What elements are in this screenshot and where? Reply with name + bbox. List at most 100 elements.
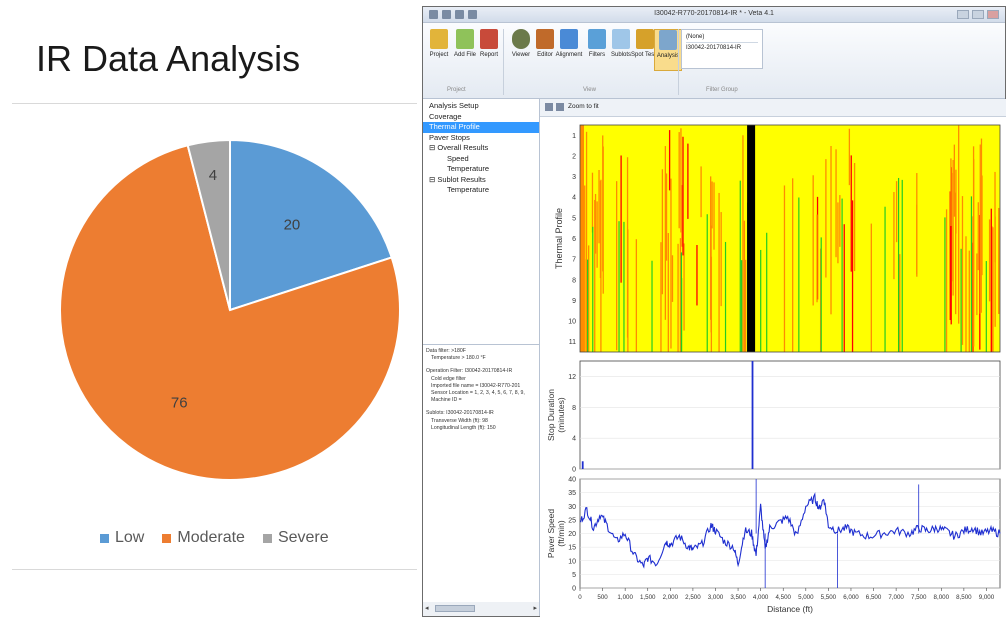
info-line: Data filter: >180F [426,348,466,354]
stop-y-tick: 0 [572,467,576,474]
thermal-streak [700,166,702,218]
speed-y-tick: 10 [568,558,576,565]
thermal-streak [953,144,956,217]
speed-y-tick: 0 [572,586,576,593]
app-window: I30042-R770-20170814-IR * - Veta 4.1 Pro… [422,6,1006,617]
group-label: View [583,87,596,93]
stop-y-tick: 4 [572,436,576,443]
report-icon [480,29,498,49]
zoom-to-fit-button[interactable]: Zoom to fit [568,103,599,110]
nav-item[interactable]: Paver Stops [423,133,539,144]
thermal-streak [965,236,967,352]
thermal-streak [660,242,662,352]
speed-y-label: Paver Speed [546,509,556,558]
thermal-streak [830,145,832,315]
spot-tests-icon [636,29,654,49]
nav-item[interactable]: Analysis Setup [423,101,539,112]
thermal-streak [602,146,604,294]
speed-y-tick: 15 [568,545,576,552]
info-line: Machine ID = [431,397,462,404]
thermal-streak [848,128,851,186]
thermal-streak [668,130,671,191]
thermal-y-tick: 1 [572,133,576,140]
pie-legend: Low Moderate Severe [100,529,329,547]
speed-x-tick: 7,500 [911,594,927,601]
speed-x-tick: 7,000 [888,594,904,601]
filter-item[interactable]: I30042-20170814-IR [686,42,758,53]
speed-x-tick: 5,500 [821,594,837,601]
thermal-y-tick: 6 [572,236,576,243]
ribbon-label: Alignment [555,52,583,58]
alignment-button[interactable]: Alignment [555,29,583,58]
nav-item[interactable]: Speed [423,154,539,165]
thermal-streak [585,259,588,352]
nav-item[interactable]: ⊟ Sublot Results [423,175,539,186]
info-line: Operation Filter: I30042-20170814-IR [426,368,513,375]
save-image-icon[interactable] [556,103,564,111]
title-bar: I30042-R770-20170814-IR * - Veta 4.1 [423,7,1005,23]
thermal-streak [839,195,841,247]
viewer-icon [512,29,530,49]
nav-item[interactable]: Temperature [423,164,539,175]
thermal-streak [835,149,837,258]
stop-y-label-unit: (minutes) [556,397,566,433]
info-line: Sublots: I30042-20170814-IR [426,410,494,417]
thermal-streak [998,207,1000,314]
legend-swatch [162,533,172,543]
plot-toolbar: Zoom to fit [540,99,1006,117]
ribbon-label: Analysis [656,53,680,59]
thermal-streak [977,202,979,271]
legend-label: Low [115,529,145,546]
thermal-y-tick: 7 [572,257,576,264]
speed-y-tick: 40 [568,477,576,484]
project-button[interactable]: Project [425,29,453,58]
cold-streak [706,214,708,352]
report-button[interactable]: Report [475,29,503,58]
maximize-button[interactable] [972,10,984,19]
cold-streak [944,217,946,352]
horizontal-scrollbar[interactable]: ◂ ▸ [423,602,540,616]
thermal-streak [681,185,683,247]
thermal-streak [825,159,827,278]
thermal-streak [616,181,618,351]
thermal-streak [895,181,898,243]
filter-info-panel: Data filter: >180F Temperature > 180.0 °F… [423,344,540,602]
thermal-streak [711,181,713,229]
scroll-left-icon[interactable]: ◂ [425,604,429,612]
info-line: Sensor Location = 1, 2, 3, 4, 5, 6, 7, 8… [431,390,525,397]
nav-item[interactable]: ⊟ Overall Results [423,143,539,154]
thermal-streak [899,254,901,352]
thermal-streak [988,219,991,302]
cold-streak [798,197,800,352]
cold-streak [760,249,762,352]
filter-group-list[interactable]: (None) I30042-20170814-IR [681,29,763,69]
filter-item[interactable]: (None) [686,32,758,42]
thermal-streak [620,155,622,283]
scroll-right-icon[interactable]: ▸ [533,604,537,612]
analysis-plots: 1234567891011Thermal Profile04812Stop Du… [540,117,1006,617]
slide-title: IR Data Analysis [36,38,301,79]
stop-y-tick: 8 [572,405,576,412]
thermal-streak [950,158,952,226]
thermal-streak [677,243,679,352]
ribbon: Project Add File Report Viewer Editor Al… [423,23,1005,99]
speed-y-tick: 35 [568,490,576,497]
ribbon-label: Viewer [511,52,531,58]
cold-streak [651,260,653,352]
copy-icon[interactable] [545,103,553,111]
nav-item[interactable]: Thermal Profile [423,122,539,133]
thermal-streak [670,178,672,349]
legend-swatch [262,533,272,543]
thermal-background [580,125,1000,352]
cold-streak [587,259,589,352]
nav-item[interactable]: Coverage [423,112,539,123]
thermal-streak [952,159,954,296]
pie-chart: 20 76 4 [59,138,401,481]
close-button[interactable] [987,10,999,19]
nav-item[interactable]: Temperature [423,185,539,196]
minimize-button[interactable] [957,10,969,19]
scroll-thumb[interactable] [435,605,475,612]
thermal-streak [893,192,895,280]
speed-x-tick: 2,500 [685,594,701,601]
legend-item-moderate: Moderate [162,529,245,547]
